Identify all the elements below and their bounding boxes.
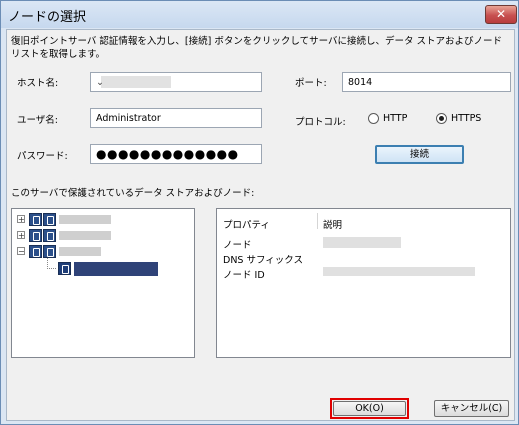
username-field[interactable]: Administrator <box>90 108 262 128</box>
http-radio[interactable] <box>368 113 379 124</box>
ok-button-label: OK(O) <box>355 403 384 414</box>
https-radio-label[interactable]: HTTPS <box>451 113 481 124</box>
expand-icon[interactable]: + <box>17 215 25 224</box>
ok-button[interactable]: OK(O) <box>333 401 406 416</box>
cancel-button-label: キャンセル(C) <box>440 403 503 414</box>
dialog-body: 復旧ポイントサーバ 認証情報を入力し、[接続] ボタンをクリックしてサーバに接続… <box>6 29 515 421</box>
host-combobox[interactable]: ⌄ <box>90 72 262 92</box>
property-dns-suffix: DNS サフィックス <box>223 255 303 266</box>
datastore-icon <box>43 213 56 226</box>
tree-item-redacted[interactable] <box>59 247 101 256</box>
expand-icon[interactable]: + <box>17 231 25 240</box>
title-bar[interactable]: ノードの選択 ✕ <box>1 1 518 28</box>
properties-panel: プロパティ 説明 ノード DNS サフィックス ノード ID <box>216 208 511 358</box>
tree-heading: このサーバで保護されているデータ ストアおよびノード: <box>11 188 255 199</box>
password-value: ●●●●●●●●●●●●● <box>96 147 239 161</box>
selected-node-redacted[interactable] <box>74 262 158 276</box>
http-radio-label[interactable]: HTTP <box>383 113 407 124</box>
datastore-icon <box>43 245 56 258</box>
description-column-header: 説明 <box>323 220 343 231</box>
cancel-button[interactable]: キャンセル(C) <box>434 400 509 417</box>
username-label: ユーザ名: <box>17 115 59 126</box>
chevron-down-icon[interactable]: ⌄ <box>96 77 257 88</box>
datastore-icon <box>29 213 42 226</box>
port-value: 8014 <box>348 77 373 88</box>
tree-item-redacted[interactable] <box>59 231 111 240</box>
port-label: ポート: <box>295 78 327 89</box>
tree-item-redacted[interactable] <box>59 215 111 224</box>
https-radio[interactable] <box>436 113 447 124</box>
node-icon <box>58 262 71 275</box>
collapse-icon[interactable]: − <box>17 247 25 256</box>
datastore-icon <box>29 245 42 258</box>
node-id-value-redacted <box>323 267 475 276</box>
connect-button-label: 接続 <box>409 149 429 160</box>
property-node-id: ノード ID <box>223 270 265 281</box>
node-select-dialog: ノードの選択 ✕ 復旧ポイントサーバ 認証情報を入力し、[接続] ボタンをクリッ… <box>0 0 519 425</box>
property-column-header: プロパティ <box>223 220 270 231</box>
username-value: Administrator <box>96 113 161 124</box>
datastore-node-tree[interactable]: + + − <box>11 208 195 358</box>
dialog-title: ノードの選択 <box>8 10 87 25</box>
node-value-redacted <box>323 237 401 248</box>
tree-connector <box>47 258 56 269</box>
port-field[interactable]: 8014 <box>342 72 511 92</box>
header-divider <box>317 213 318 229</box>
close-icon: ✕ <box>495 7 507 21</box>
property-node: ノード <box>223 240 252 251</box>
instructions-text: 復旧ポイントサーバ 認証情報を入力し、[接続] ボタンをクリックしてサーバに接続… <box>11 36 502 60</box>
host-label: ホスト名: <box>17 78 59 89</box>
close-button[interactable]: ✕ <box>485 5 517 24</box>
datastore-icon <box>43 229 56 242</box>
password-label: パスワード: <box>17 151 68 162</box>
protocol-label: プロトコル: <box>295 117 346 128</box>
datastore-icon <box>29 229 42 242</box>
password-field[interactable]: ●●●●●●●●●●●●● <box>90 144 262 164</box>
connect-button[interactable]: 接続 <box>375 145 464 164</box>
